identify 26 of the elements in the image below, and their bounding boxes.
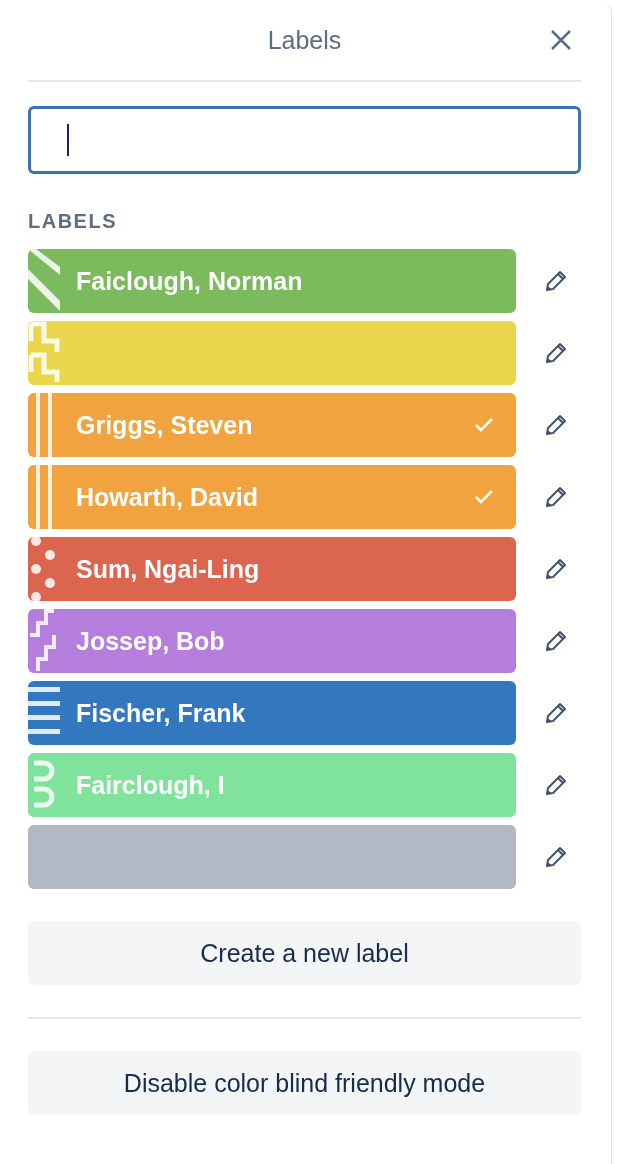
label-chip[interactable]: Fairclough, I (28, 753, 516, 817)
create-label-button[interactable]: Create a new label (28, 921, 581, 985)
check-icon (474, 417, 494, 433)
edit-button[interactable] (544, 341, 568, 365)
search-field[interactable] (28, 106, 581, 174)
edit-button[interactable] (544, 485, 568, 509)
edit-button[interactable] (544, 557, 568, 581)
label-chip[interactable]: Sum, Ngai-Ling (28, 537, 516, 601)
diagonal-stripes-icon (28, 249, 60, 313)
hook-pattern-icon (28, 321, 60, 385)
label-chip[interactable]: Jossep, Bob (28, 609, 516, 673)
edit-button[interactable] (544, 845, 568, 869)
edit-button[interactable] (544, 629, 568, 653)
label-chip[interactable]: Griggs, Steven (28, 393, 516, 457)
edit-button[interactable] (544, 701, 568, 725)
text-cursor (67, 124, 69, 156)
section-heading: LABELS (28, 210, 118, 233)
edit-button[interactable] (544, 413, 568, 437)
color-blind-mode-button[interactable]: Disable color blind friendly mode (28, 1051, 581, 1115)
label-chip[interactable]: Howarth, David (28, 465, 516, 529)
panel-title: Labels (267, 25, 342, 55)
label-chip[interactable]: Fischer, Frank (28, 681, 516, 745)
edit-button[interactable] (544, 773, 568, 797)
check-icon (474, 489, 494, 505)
edit-button[interactable] (544, 269, 568, 293)
label-chip[interactable]: Faiclough, Norman (28, 249, 516, 313)
